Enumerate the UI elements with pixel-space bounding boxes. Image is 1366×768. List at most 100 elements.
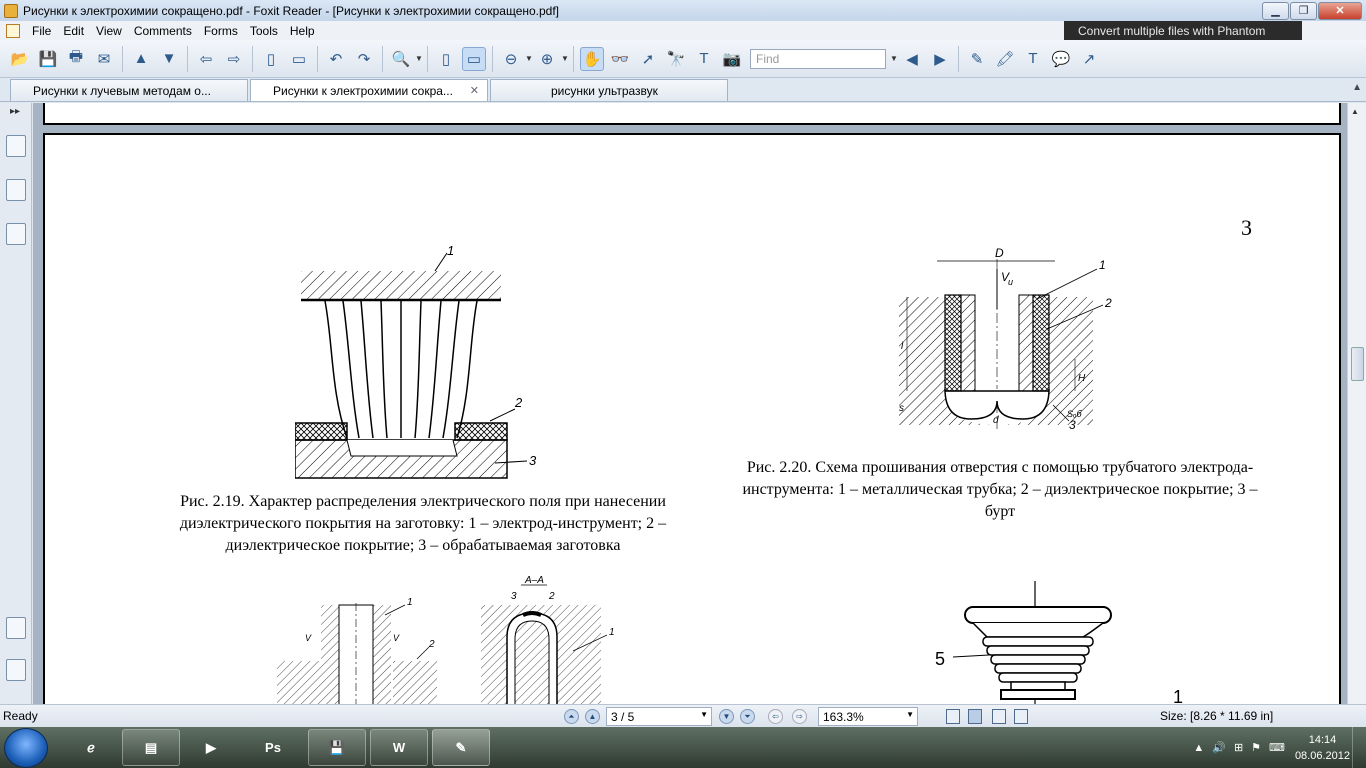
continuous-page-icon[interactable] — [968, 709, 982, 724]
fit-width-icon[interactable]: ▭ — [462, 46, 486, 71]
binoculars-icon[interactable]: 🔭 — [664, 47, 688, 71]
scroll-up-icon[interactable]: ▲ — [1351, 107, 1359, 116]
next-page-icon[interactable]: ▼ — [719, 709, 734, 724]
forward-icon[interactable]: ⇨ — [792, 709, 807, 724]
email-icon[interactable]: ✉ — [92, 47, 116, 71]
continuous-facing-icon[interactable] — [1014, 709, 1028, 724]
maximize-button[interactable]: ❐ — [1290, 1, 1317, 20]
menu-help[interactable]: Help — [284, 24, 321, 38]
system-tray: ▲ 🔊 ⊞ ⚑ ⌨ 14:14 08.06.2012 — [1185, 727, 1360, 768]
previous-page-icon[interactable]: ▲ — [585, 709, 600, 724]
start-button[interactable] — [4, 728, 48, 768]
extract-page-icon[interactable]: ▭ — [287, 47, 311, 71]
zoom-in-tool-icon[interactable]: 🔍 — [389, 47, 413, 71]
facing-page-icon[interactable] — [992, 709, 1006, 724]
arrow-tool-icon[interactable]: ↗ — [1077, 47, 1101, 71]
snapshot-icon[interactable]: 📷 — [720, 47, 744, 71]
status-text: Ready — [3, 709, 38, 723]
insert-page-icon[interactable]: ▯ — [259, 47, 283, 71]
menu-edit[interactable]: Edit — [57, 24, 90, 38]
undo-icon[interactable]: ↶ — [324, 47, 348, 71]
media-player-icon[interactable]: ▶ — [182, 729, 240, 766]
tab-luchevye[interactable]: Рисунки к лучевым методам о... — [10, 79, 248, 101]
print-icon[interactable]: 🖶 — [64, 47, 88, 71]
tab-ultrazvuk[interactable]: рисунки ультразвук — [490, 79, 728, 101]
vertical-scrollbar[interactable]: ▲ — [1347, 103, 1366, 704]
chevron-down-icon[interactable]: ▼ — [525, 54, 533, 63]
show-desktop-button[interactable] — [1352, 727, 1366, 768]
menu-view[interactable]: View — [90, 24, 128, 38]
clock[interactable]: 14:14 08.06.2012 — [1295, 732, 1350, 764]
action-center-icon[interactable]: ⚑ — [1251, 741, 1261, 754]
typewriter-icon[interactable]: T — [692, 47, 716, 71]
tab-close-icon[interactable]: ✕ — [470, 84, 479, 97]
zoom-out-icon[interactable]: ⊖ — [499, 47, 523, 71]
photoshop-icon[interactable]: Ps — [244, 729, 302, 766]
fig220-label-1: 1 — [1099, 258, 1106, 272]
redo-icon[interactable]: ↷ — [352, 47, 376, 71]
volume-icon[interactable]: 🔊 — [1212, 741, 1226, 754]
layers-icon[interactable] — [6, 223, 26, 245]
find-next-icon[interactable]: ▶ — [928, 47, 952, 71]
scrollbar-thumb[interactable] — [1351, 347, 1364, 381]
save-icon[interactable]: 💾 — [36, 47, 60, 71]
menu-tools[interactable]: Tools — [244, 24, 284, 38]
menu-file[interactable]: File — [26, 24, 57, 38]
select-annotation-icon[interactable]: ➚ — [636, 47, 660, 71]
expand-panel-icon[interactable]: ▸▸ — [10, 106, 20, 117]
clock-date: 08.06.2012 — [1294, 749, 1350, 762]
back-icon[interactable]: ⇦ — [768, 709, 783, 724]
chevron-down-icon[interactable]: ▼ — [906, 710, 914, 719]
language-icon[interactable]: ⌨ — [1269, 741, 1285, 754]
first-page-icon[interactable]: ⏶ — [564, 709, 579, 724]
chevron-down-icon[interactable]: ▼ — [415, 54, 423, 63]
bookmarks-icon[interactable] — [6, 135, 26, 157]
promo-banner[interactable]: Convert multiple files with Phantom — [1064, 21, 1302, 40]
next-page-icon[interactable]: ▼ — [157, 47, 181, 71]
tab-elektrokhimiya[interactable]: Рисунки к электрохимии сокра... ✕ — [250, 79, 488, 101]
toolbar-separator — [187, 45, 188, 72]
open-icon[interactable]: 📂 — [8, 47, 32, 71]
select-text-icon[interactable]: 👓 — [608, 47, 632, 71]
prev-page-icon[interactable]: ▲ — [129, 47, 153, 71]
single-page-icon[interactable] — [946, 709, 960, 724]
word-icon[interactable]: W — [370, 729, 428, 766]
page-number-input[interactable]: 3 / 5 ▼ — [606, 707, 712, 726]
explorer-icon[interactable]: ▤ — [122, 729, 180, 766]
close-button[interactable]: ✕ — [1318, 1, 1362, 20]
forward-icon[interactable]: ⇨ — [222, 47, 246, 71]
windows-taskbar: ℯ ▤ ▶ Ps 💾 W ✎ ▲ 🔊 ⊞ ⚑ ⌨ 14:14 08.06.201… — [0, 727, 1366, 768]
textbox-icon[interactable]: T — [1021, 47, 1045, 71]
photoshop-label: Ps — [265, 740, 281, 755]
zoom-input[interactable]: 163.3% ▼ — [818, 707, 918, 726]
foxit-reader-task-icon[interactable]: ✎ — [432, 729, 490, 766]
pages-icon[interactable] — [6, 179, 26, 201]
last-page-icon[interactable]: ⏷ — [740, 709, 755, 724]
hand-tool-icon[interactable]: ✋ — [580, 46, 604, 71]
find-previous-icon[interactable]: ◀ — [900, 47, 924, 71]
menu-forms[interactable]: Forms — [198, 24, 244, 38]
back-icon[interactable]: ⇦ — [194, 47, 218, 71]
find-input[interactable]: Find — [750, 48, 886, 69]
attachments-icon[interactable] — [6, 659, 26, 681]
chevron-down-icon[interactable]: ▼ — [890, 54, 898, 63]
callout-icon[interactable]: 💬 — [1049, 47, 1073, 71]
document-view[interactable]: 3 1 2 3 Рис. 2.19. Характер распределени… — [33, 103, 1347, 704]
minimize-button[interactable]: ▁ — [1262, 1, 1289, 20]
menu-comments[interactable]: Comments — [128, 24, 198, 38]
tab-label: Рисунки к электрохимии сокра... — [273, 83, 453, 98]
tabs-scroll-arrow-icon[interactable]: ▲ — [1352, 82, 1362, 93]
internet-explorer-icon[interactable]: ℯ — [62, 729, 120, 766]
save-app-icon[interactable]: 💾 — [308, 729, 366, 766]
document-menu-icon[interactable] — [6, 23, 20, 38]
note-icon[interactable]: ✎ — [965, 47, 989, 71]
show-hidden-icons-icon[interactable]: ▲ — [1193, 742, 1204, 754]
toolbar-separator — [492, 45, 493, 72]
network-icon[interactable]: ⊞ — [1234, 741, 1243, 754]
highlight-icon[interactable]: 🖍 — [993, 47, 1017, 71]
chevron-down-icon[interactable]: ▼ — [561, 54, 569, 63]
chevron-down-icon[interactable]: ▼ — [700, 710, 708, 719]
fit-page-icon[interactable]: ▯ — [434, 47, 458, 71]
comments-icon[interactable] — [6, 617, 26, 639]
zoom-plus-icon[interactable]: ⊕ — [535, 47, 559, 71]
